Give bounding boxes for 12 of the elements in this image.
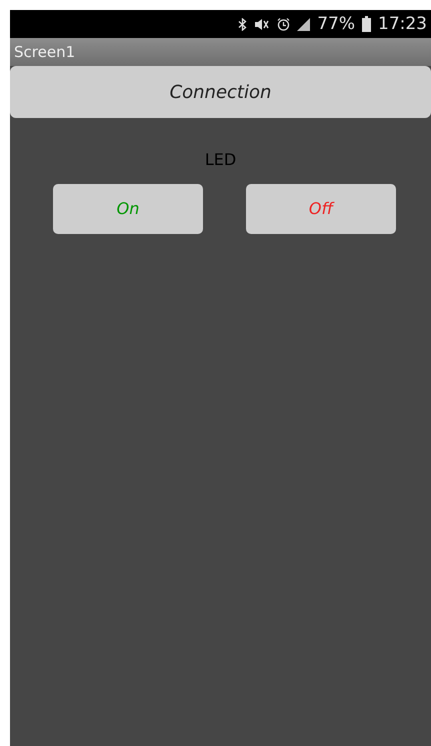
mute-icon [254,18,270,30]
connection-button[interactable]: Connection [10,66,431,118]
bluetooth-icon [238,18,248,30]
alarm-icon [277,18,290,30]
led-button[interactable]: On [53,184,203,234]
led-button[interactable]: Off [246,184,396,234]
screen-title: Screen1 [14,42,76,63]
clock-time: 17:23 [378,16,427,32]
battery-percent: 77% [317,16,355,32]
signal-icon [297,18,310,30]
battery-icon [362,16,371,32]
led-label: LED [204,149,236,171]
